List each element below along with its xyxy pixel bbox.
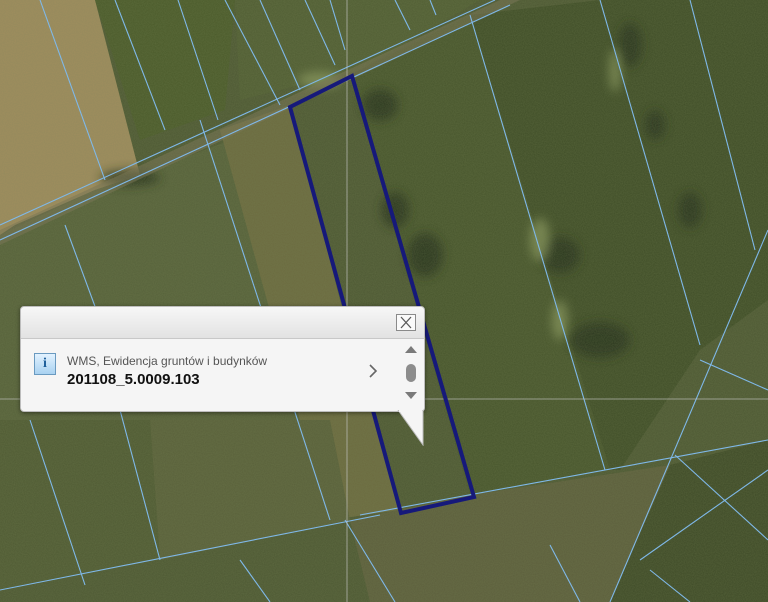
popup-pointer (397, 410, 424, 446)
close-icon (400, 316, 412, 329)
parcel-id: 201108_5.0009.103 (67, 371, 200, 388)
scroll-thumb[interactable] (406, 364, 416, 382)
popup-header (21, 307, 424, 339)
layer-name: WMS, Ewidencja gruntów i budynków (67, 354, 268, 368)
map-canvas[interactable] (0, 0, 768, 602)
feature-info-popup: i WMS, Ewidencja gruntów i budynków 2011… (20, 306, 425, 446)
info-icon: i (34, 353, 56, 375)
arrow-down-icon[interactable] (404, 391, 418, 401)
popup-body: i WMS, Ewidencja gruntów i budynków 2011… (21, 339, 424, 411)
aerial-imagery (0, 0, 768, 602)
popup-scrollbar[interactable] (402, 343, 420, 405)
arrow-up-icon[interactable] (404, 344, 418, 354)
close-button[interactable] (396, 314, 416, 331)
chevron-right-icon[interactable] (367, 361, 379, 381)
